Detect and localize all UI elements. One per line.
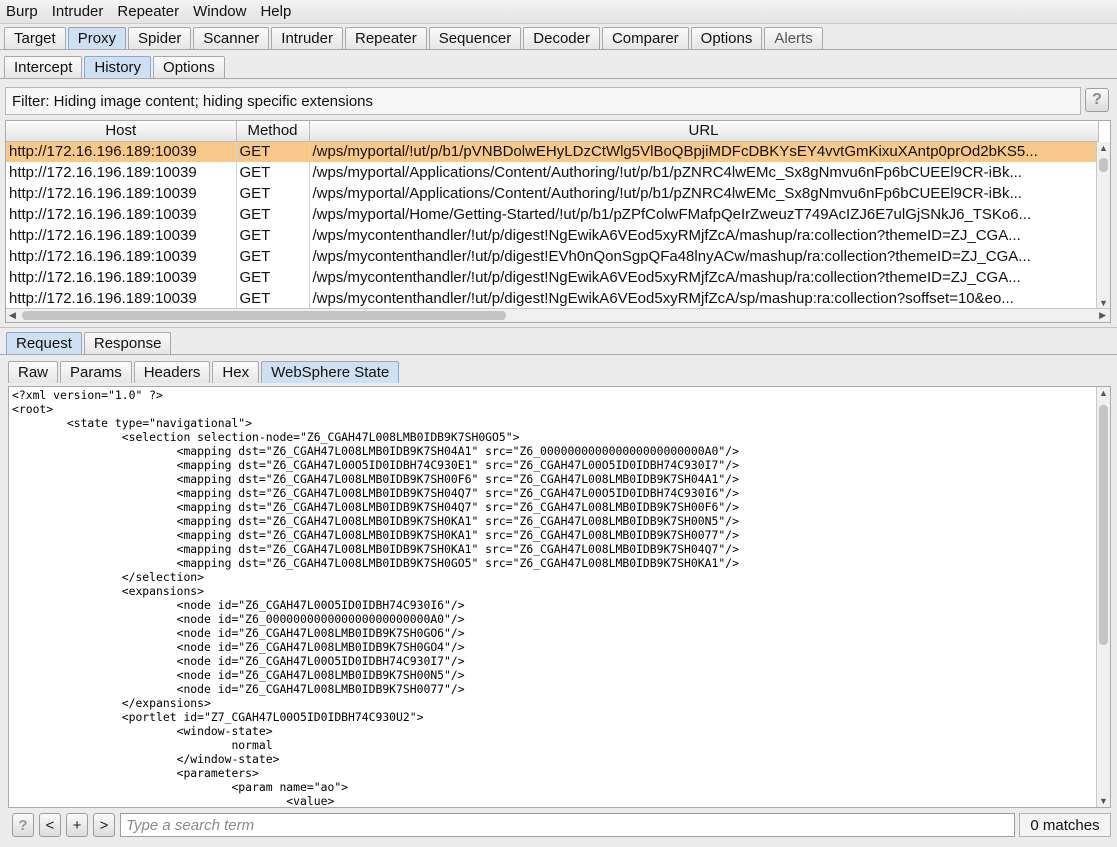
tab-target[interactable]: Target — [4, 27, 66, 49]
cell-url: /wps/mycontenthandler/!ut/p/digest!EVh0n… — [309, 246, 1099, 267]
proxy-sub-tab-bar: Intercept History Options — [4, 56, 227, 78]
table-row[interactable]: http://172.16.196.189:10039 GET /wps/myp… — [6, 162, 1099, 183]
cell-method: GET — [236, 141, 310, 162]
cell-method: GET — [236, 183, 310, 204]
tab-decoder[interactable]: Decoder — [523, 27, 600, 49]
search-previous-button[interactable]: < — [39, 813, 61, 837]
tab-hex[interactable]: Hex — [212, 361, 260, 383]
editor-text[interactable]: <?xml version="1.0" ?> <root> <state typ… — [9, 387, 1110, 807]
table-horizontal-scrollbar[interactable]: ◀ ▶ — [6, 308, 1110, 322]
tab-scanner[interactable]: Scanner — [193, 27, 270, 49]
help-icon: ? — [1092, 91, 1102, 108]
filter-bar[interactable]: Filter: Hiding image content; hiding spe… — [5, 87, 1081, 115]
table-row[interactable]: http://172.16.196.189:10039 GET /wps/myc… — [6, 267, 1099, 288]
cell-url: /wps/mycontenthandler/!ut/p/digest!NgEwi… — [309, 288, 1099, 309]
tab-params[interactable]: Params — [60, 361, 132, 383]
menu-repeater[interactable]: Repeater — [117, 3, 179, 20]
cell-host: http://172.16.196.189:10039 — [6, 204, 237, 225]
table-row[interactable]: http://172.16.196.189:10039 GET /wps/myc… — [6, 225, 1099, 246]
search-options-button[interactable]: + — [66, 813, 88, 837]
cell-method: GET — [236, 204, 310, 225]
main-tab-bar: Target Proxy Spider Scanner Intruder Rep… — [4, 27, 825, 49]
tab-proxy[interactable]: Proxy — [67, 27, 127, 49]
cell-url: /wps/myportal/!ut/p/b1/pVNBDolwEHyLDzCtW… — [309, 141, 1099, 162]
cell-host: http://172.16.196.189:10039 — [6, 267, 237, 288]
cell-url: /wps/myportal/Applications/Content/Autho… — [309, 183, 1099, 204]
scroll-thumb[interactable] — [1099, 158, 1108, 172]
history-table: Host Method URL http://172.16.196.189:10… — [5, 120, 1111, 323]
tab-raw[interactable]: Raw — [8, 361, 59, 383]
message-view-tab-bar: Raw Params Headers Hex WebSphere State — [8, 361, 401, 383]
cell-method: GET — [236, 288, 310, 309]
search-help-button[interactable]: ? — [12, 813, 34, 837]
request-tab-divider — [0, 354, 1117, 355]
tab-headers[interactable]: Headers — [133, 361, 211, 383]
scroll-up-icon[interactable]: ▲ — [1099, 387, 1108, 399]
tab-response[interactable]: Response — [83, 332, 172, 354]
tab-alerts[interactable]: Alerts — [764, 27, 823, 49]
filter-help-button[interactable]: ? — [1085, 88, 1109, 112]
table-row[interactable]: http://172.16.196.189:10039 GET /wps/myp… — [6, 183, 1099, 204]
menu-burp[interactable]: Burp — [6, 3, 38, 20]
cell-method: GET — [236, 246, 310, 267]
search-bar: ? < + > 0 matches — [0, 811, 1117, 841]
cell-host: http://172.16.196.189:10039 — [6, 225, 237, 246]
cell-host: http://172.16.196.189:10039 — [6, 141, 237, 162]
scroll-down-icon[interactable]: ▼ — [1099, 795, 1108, 807]
sub-tab-divider — [0, 78, 1117, 79]
split-pane-divider[interactable] — [0, 327, 1117, 328]
cell-url: /wps/myportal/Applications/Content/Autho… — [309, 162, 1099, 183]
tab-history[interactable]: History — [84, 56, 152, 78]
cell-method: GET — [236, 267, 310, 288]
menu-bar: Burp Intruder Repeater Window Help — [0, 0, 1117, 24]
menu-intruder[interactable]: Intruder — [52, 3, 104, 20]
cell-url: /wps/mycontenthandler/!ut/p/digest!NgEwi… — [309, 267, 1099, 288]
scroll-right-icon[interactable]: ▶ — [1099, 309, 1106, 321]
table-row[interactable]: http://172.16.196.189:10039 GET /wps/myp… — [6, 204, 1099, 225]
tab-comparer[interactable]: Comparer — [601, 27, 689, 49]
cell-url: /wps/myportal/Home/Getting-Started/!ut/p… — [309, 204, 1099, 225]
chevron-right-icon: > — [99, 816, 109, 834]
tab-spider[interactable]: Spider — [128, 27, 192, 49]
message-editor[interactable]: <?xml version="1.0" ?> <root> <state typ… — [8, 386, 1111, 808]
scroll-thumb[interactable] — [1099, 405, 1108, 645]
search-input[interactable] — [120, 813, 1015, 837]
tab-sequencer[interactable]: Sequencer — [428, 27, 522, 49]
menu-help[interactable]: Help — [260, 3, 291, 20]
tab-intercept[interactable]: Intercept — [4, 56, 83, 78]
menu-window[interactable]: Window — [193, 3, 246, 20]
table-row[interactable]: http://172.16.196.189:10039 GET /wps/myc… — [6, 288, 1099, 309]
cell-method: GET — [236, 225, 310, 246]
cell-method: GET — [236, 162, 310, 183]
main-tab-divider — [0, 49, 1117, 50]
cell-host: http://172.16.196.189:10039 — [6, 162, 237, 183]
tab-proxy-options[interactable]: Options — [153, 56, 225, 78]
help-icon: ? — [18, 816, 28, 834]
search-match-count: 0 matches — [1019, 813, 1111, 837]
cell-host: http://172.16.196.189:10039 — [6, 246, 237, 267]
scroll-left-icon[interactable]: ◀ — [9, 309, 16, 321]
chevron-left-icon: < — [45, 816, 55, 834]
table-row[interactable]: http://172.16.196.189:10039 GET /wps/myp… — [6, 141, 1099, 162]
tab-options[interactable]: Options — [690, 27, 763, 49]
cell-host: http://172.16.196.189:10039 — [6, 288, 237, 309]
table-row[interactable]: http://172.16.196.189:10039 GET /wps/myc… — [6, 246, 1099, 267]
column-header-method[interactable]: Method — [236, 121, 310, 142]
table-vertical-scrollbar[interactable]: ▲ ▼ — [1096, 142, 1110, 309]
editor-vertical-scrollbar[interactable]: ▲ ▼ — [1096, 387, 1110, 807]
column-header-host[interactable]: Host — [6, 121, 237, 142]
scroll-up-icon[interactable]: ▲ — [1099, 142, 1108, 154]
plus-icon: + — [72, 816, 82, 834]
cell-url: /wps/mycontenthandler/!ut/p/digest!NgEwi… — [309, 225, 1099, 246]
tab-request[interactable]: Request — [6, 332, 82, 354]
search-next-button[interactable]: > — [93, 813, 115, 837]
scroll-thumb[interactable] — [22, 311, 506, 320]
request-response-tab-bar: Request Response — [6, 332, 173, 354]
filter-text: Filter: Hiding image content; hiding spe… — [12, 92, 374, 110]
tab-intruder[interactable]: Intruder — [271, 27, 343, 49]
cell-host: http://172.16.196.189:10039 — [6, 183, 237, 204]
tab-websphere-state[interactable]: WebSphere State — [261, 361, 400, 383]
column-header-url[interactable]: URL — [309, 121, 1099, 142]
tab-repeater[interactable]: Repeater — [344, 27, 427, 49]
